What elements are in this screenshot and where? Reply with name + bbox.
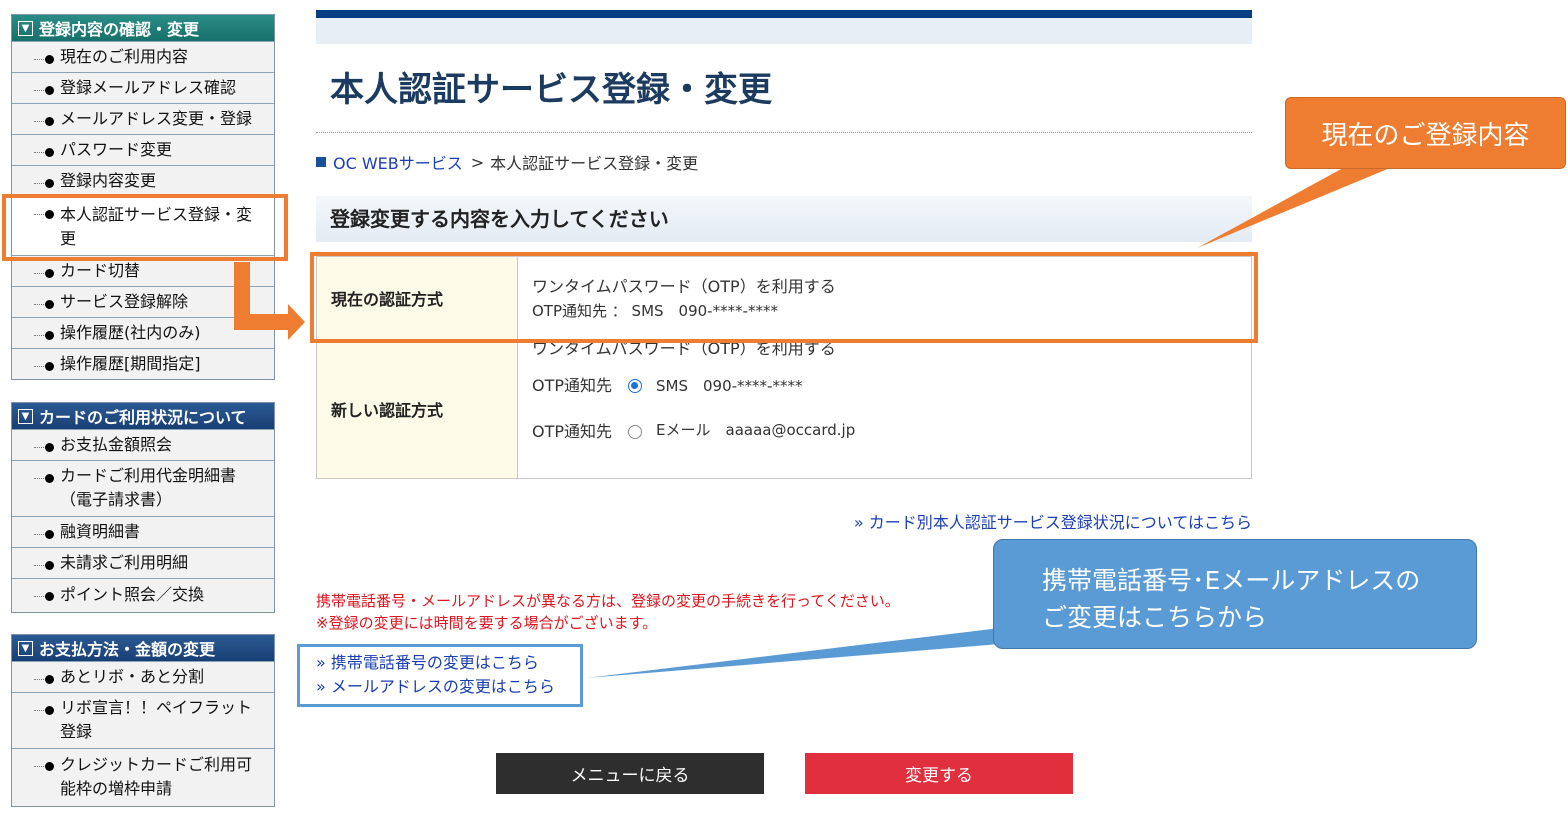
menu-header-label: カードのご利用状況について (39, 408, 247, 427)
email-radio[interactable] (628, 425, 643, 439)
otp-option-sms[interactable]: OTP通知先 SMS 090-****-**** (532, 376, 802, 494)
sidebar-item-label: 操作履歴(社内のみ) (60, 323, 201, 342)
bullet-icon (45, 762, 54, 771)
sidebar-item-label: ポイント照会／交換 (60, 585, 205, 604)
highlight-sidebar-item (2, 194, 288, 261)
bullet-icon (45, 561, 54, 570)
new-method-value: ワンタイムパスワード（OTP）を利用する OTP通知先 SMS 090-****-… (518, 339, 1251, 478)
page-title: 本人認証サービス登録・変更 (330, 70, 772, 110)
bullet-icon (45, 331, 54, 340)
breadcrumb-square-icon (316, 157, 326, 167)
change-notice: 携帯電話番号・メールアドレスが異なる方は、登録の変更の手続きを行ってください。 … (316, 590, 900, 634)
sidebar-item-points[interactable]: ポイント照会／交換 (12, 578, 274, 612)
sidebar-item-history-internal[interactable]: 操作履歴(社内のみ) (12, 317, 274, 348)
otp-option-email[interactable]: OTP通知先 Eメール aaaaa@occard.jp (532, 421, 855, 540)
callout-contact-line-2: ご変更はこちらから (1042, 603, 1268, 632)
bullet-icon (45, 117, 54, 126)
sidebar-item-label: メールアドレス変更・登録 (60, 109, 253, 128)
callout-current-registration: 現在のご登録内容 (1285, 97, 1566, 169)
bullet-icon (45, 300, 54, 309)
sidebar-item-label: カード切替 (60, 261, 141, 280)
sidebar-item-current-usage[interactable]: 現在のご利用内容 (12, 41, 274, 72)
sidebar-item-label: 登録内容変更 (60, 171, 157, 190)
highlight-current-method (310, 252, 1258, 343)
section-title: 登録変更する内容を入力してください (316, 196, 1252, 242)
sidebar-item-label: 現在のご利用内容 (60, 47, 189, 66)
menu-header-registration[interactable]: ▼ 登録内容の確認・変更 (12, 15, 274, 41)
sidebar-item-unsubscribe[interactable]: サービス登録解除 (12, 286, 274, 317)
sidebar-item-label: パスワード変更 (60, 140, 173, 159)
sidebar-item-loan-statement[interactable]: 融資明細書 (12, 516, 274, 547)
sidebar-item-revolving[interactable]: あとリボ・あと分割 (12, 661, 274, 692)
bullet-icon (45, 592, 54, 601)
collapse-triangle-icon[interactable]: ▼ (18, 408, 33, 424)
callout-contact-line-1: 携帯電話番号･Eメールアドレスの (1042, 566, 1421, 595)
collapse-triangle-icon[interactable]: ▼ (18, 640, 33, 656)
highlight-contact-links (297, 644, 583, 707)
sidebar-item-label: 融資明細書 (60, 522, 141, 541)
notice-line-1: 携帯電話番号・メールアドレスが異なる方は、登録の変更の手続きを行ってください。 (316, 592, 900, 610)
sidebar-item-registration-change[interactable]: 登録内容変更 (12, 165, 274, 196)
sidebar-item-label: サービス登録解除 (60, 292, 189, 311)
sidebar-item-label: 未請求ご利用明細 (60, 553, 189, 572)
email-option-text: Eメール aaaaa@occard.jp (656, 421, 856, 439)
sidebar-item-payflat[interactable]: リボ宣言！！ペイフラット登録 (12, 692, 274, 748)
breadcrumb-link-oc-web[interactable]: OC WEBサービス (333, 150, 463, 174)
sidebar-item-unbilled[interactable]: 未請求ご利用明細 (12, 547, 274, 578)
sidebar-item-statement[interactable]: カードご利用代金明細書（電子請求書） (12, 460, 274, 516)
sidebar-item-email-change[interactable]: メールアドレス変更・登録 (12, 103, 274, 134)
menu-header-label: 登録内容の確認・変更 (39, 20, 200, 39)
sidebar-item-limit-increase[interactable]: クレジットカードご利用可能枠の増枠申請 (12, 748, 274, 806)
sidebar-item-label: お支払金額照会 (60, 435, 173, 454)
sidebar-menu-payment: ▼ お支払方法・金額の変更 あとリボ・あと分割 リボ宣言！！ペイフラット登録 ク… (11, 634, 275, 807)
breadcrumb: OC WEBサービス > 本人認証サービス登録・変更 (316, 150, 698, 174)
otp-option-label: OTP通知先 (532, 422, 613, 441)
sidebar-item-label: リボ宣言！！ペイフラット登録 (60, 698, 253, 741)
bullet-icon (45, 86, 54, 95)
notice-line-2: ※登録の変更には時間を要する場合がございます。 (316, 614, 658, 632)
bullet-icon (45, 269, 54, 278)
callout-contact-change: 携帯電話番号･Eメールアドレスの ご変更はこちらから (993, 539, 1477, 649)
collapse-triangle-icon[interactable]: ▼ (18, 20, 33, 36)
breadcrumb-current: 本人認証サービス登録・変更 (490, 154, 699, 173)
submit-change-button[interactable]: 変更する (805, 753, 1073, 794)
sms-option-text: SMS 090-****-**** (656, 377, 803, 395)
sidebar-item-label: カードご利用代金明細書（電子請求書） (60, 466, 237, 509)
new-method-label: 新しい認証方式 (317, 340, 518, 478)
bullet-icon (45, 179, 54, 188)
back-to-menu-button[interactable]: メニューに戻る (496, 753, 764, 794)
sidebar-item-history-period[interactable]: 操作履歴[期間指定] (12, 348, 274, 379)
bullet-icon (45, 474, 54, 483)
sidebar-item-label: 登録メールアドレス確認 (60, 78, 237, 97)
sidebar-item-label: 操作履歴[期間指定] (60, 354, 201, 373)
sidebar-item-password-change[interactable]: パスワード変更 (12, 134, 274, 165)
new-method-row: 新しい認証方式 ワンタイムパスワード（OTP）を利用する OTP通知先 SMS 0… (317, 339, 1251, 478)
title-divider (316, 132, 1252, 133)
breadcrumb-separator: > (470, 152, 485, 172)
bullet-icon (45, 55, 54, 64)
menu-header-card-usage[interactable]: ▼ カードのご利用状況について (12, 403, 274, 429)
sidebar-menu-card-usage: ▼ カードのご利用状況について お支払金額照会 カードご利用代金明細書（電子請求… (11, 402, 275, 613)
menu-header-payment[interactable]: ▼ お支払方法・金額の変更 (12, 635, 274, 661)
bullet-icon (45, 675, 54, 684)
bullet-icon (45, 148, 54, 157)
sidebar-item-label: クレジットカードご利用可能枠の増枠申請 (60, 755, 253, 798)
bullet-icon (45, 362, 54, 371)
bullet-icon (45, 530, 54, 539)
sms-radio[interactable] (628, 379, 643, 393)
card-status-link[interactable]: » カード別本人認証サービス登録状況についてはこちら (854, 509, 1252, 533)
otp-option-label: OTP通知先 (532, 376, 613, 395)
sidebar-item-payment-inquiry[interactable]: お支払金額照会 (12, 429, 274, 460)
blue-callout-pointer-icon (586, 628, 1000, 678)
bullet-icon (45, 443, 54, 452)
header-bar (316, 10, 1252, 44)
bullet-icon (45, 706, 54, 715)
sidebar-item-registered-email[interactable]: 登録メールアドレス確認 (12, 72, 274, 103)
menu-header-label: お支払方法・金額の変更 (39, 640, 216, 659)
sidebar-item-label: あとリボ・あと分割 (60, 667, 205, 686)
